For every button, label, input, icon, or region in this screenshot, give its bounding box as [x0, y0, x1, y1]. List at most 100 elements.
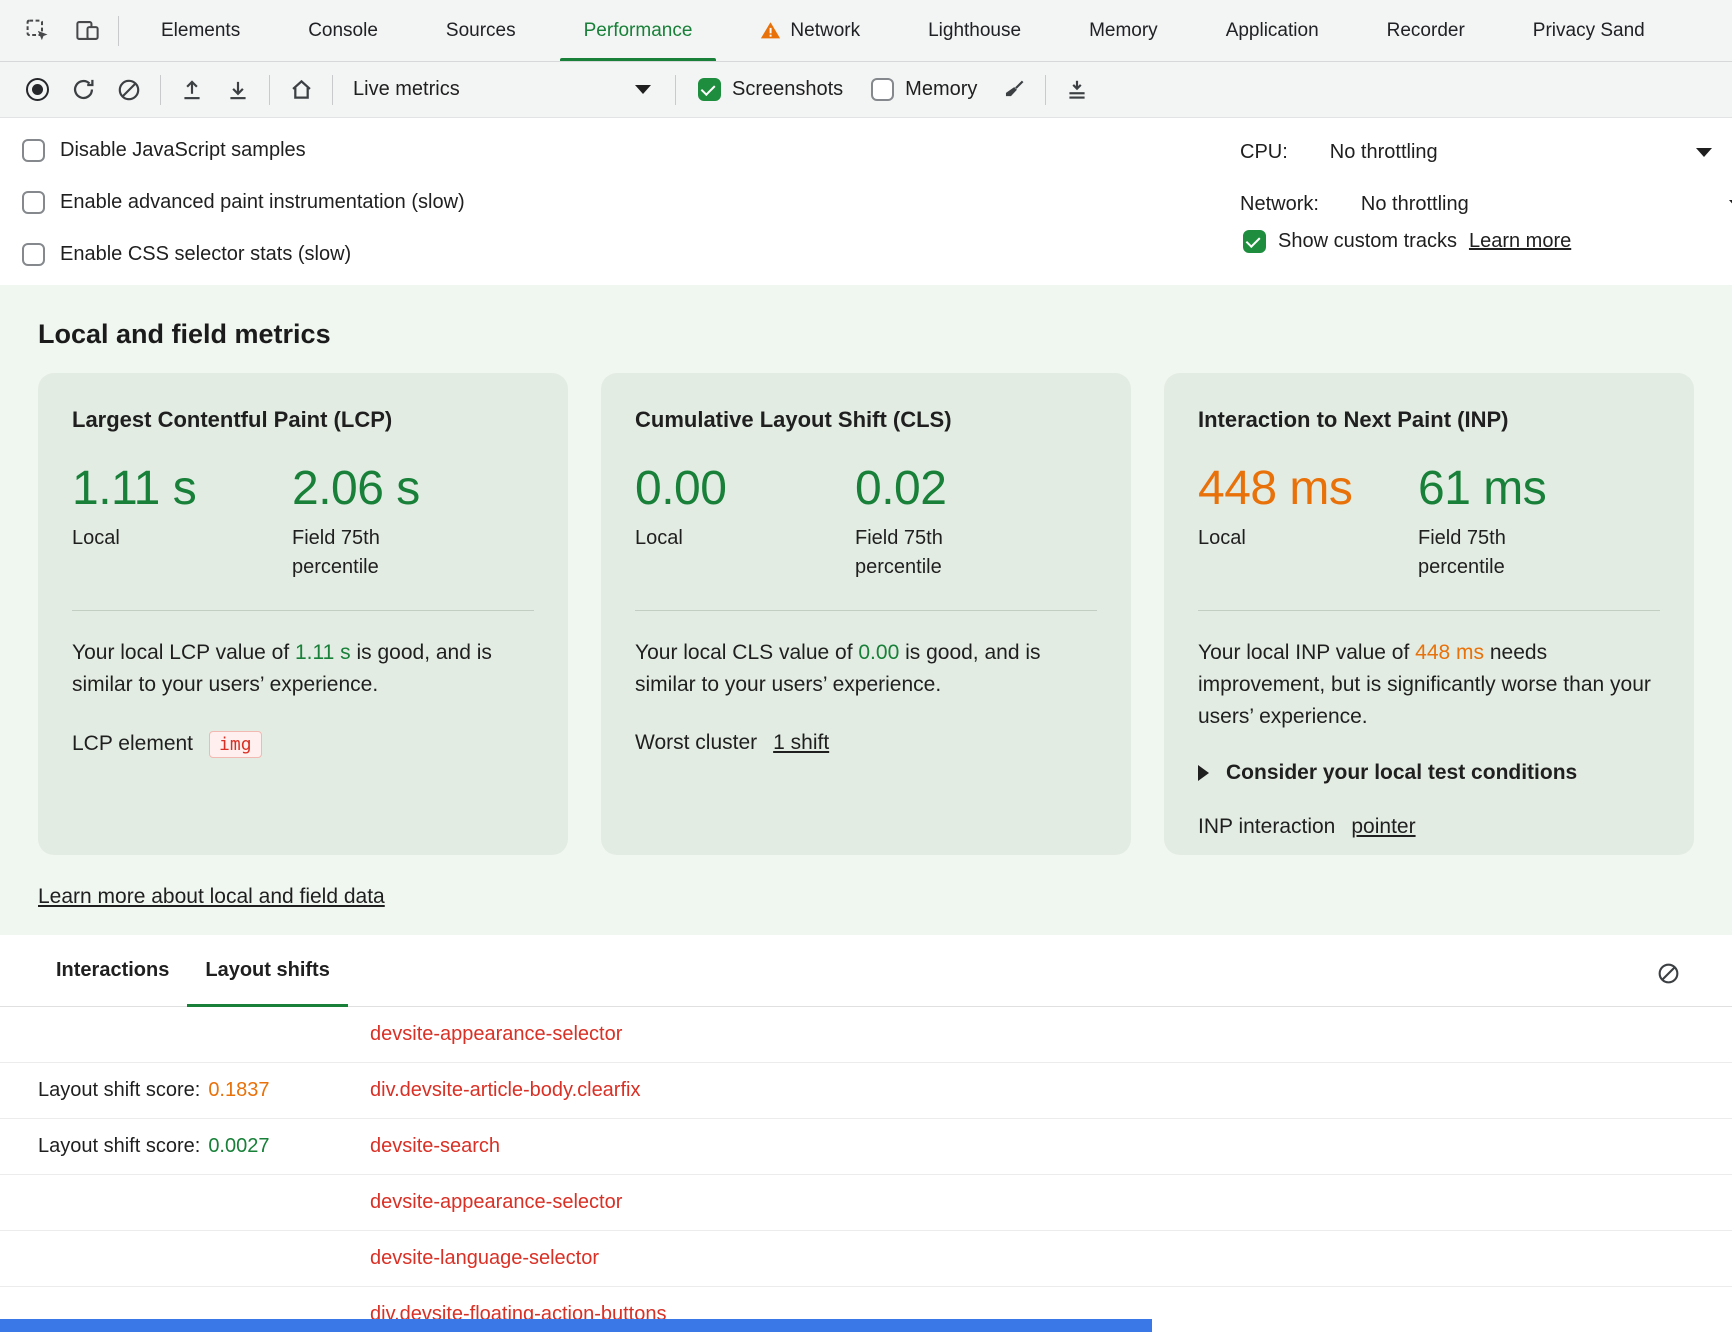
- tab-label: Privacy Sand: [1533, 20, 1645, 42]
- download-icon: [225, 77, 251, 103]
- advanced-paint-checkbox[interactable]: [22, 191, 45, 214]
- inp-interaction-link[interactable]: pointer: [1351, 815, 1415, 839]
- cls-field-value: 0.02: [855, 463, 993, 515]
- local-test-conditions-expander[interactable]: Consider your local test conditions: [1198, 761, 1660, 785]
- inp-local-column: 448 ms Local: [1198, 463, 1418, 582]
- layout-shift-score: Layout shift score: 0.1837: [38, 1079, 370, 1102]
- tab-sources[interactable]: Sources: [412, 0, 550, 61]
- tab-elements[interactable]: Elements: [127, 0, 274, 61]
- lcp-desc-value: 1.11 s: [295, 641, 351, 664]
- collect-garbage-button[interactable]: [1054, 68, 1100, 112]
- tab-privacy-sandbox[interactable]: Privacy Sand: [1499, 0, 1679, 61]
- tab-interactions[interactable]: Interactions: [38, 935, 187, 1007]
- layout-shift-row[interactable]: devsite-appearance-selector: [0, 1175, 1732, 1231]
- block-icon: [116, 77, 142, 103]
- tab-lighthouse[interactable]: Lighthouse: [894, 0, 1055, 61]
- separator: [269, 75, 270, 105]
- live-metrics-log: Interactions Layout shifts devsite-appea…: [0, 935, 1732, 1332]
- tab-label: Lighthouse: [928, 20, 1021, 42]
- tab-label: Memory: [1089, 20, 1158, 42]
- disable-js-samples-checkbox[interactable]: [22, 139, 45, 162]
- save-profile-button[interactable]: [215, 68, 261, 112]
- cls-card-title: Cumulative Layout Shift (CLS): [635, 407, 1097, 433]
- clear-log-button[interactable]: [1650, 955, 1686, 991]
- inp-local-value: 448 ms: [1198, 463, 1418, 515]
- element-link[interactable]: devsite-appearance-selector: [370, 1023, 622, 1046]
- element-link[interactable]: devsite-search: [370, 1135, 500, 1158]
- tab-memory[interactable]: Memory: [1055, 0, 1192, 61]
- inp-local-label: Local: [1198, 524, 1418, 553]
- lcp-element-node-link[interactable]: img: [209, 731, 262, 758]
- cls-description: Your local CLS value of 0.00 is good, an…: [635, 637, 1097, 701]
- lcp-field-column: 2.06 s Field 75th percentile: [292, 463, 430, 582]
- screenshots-label: Screenshots: [732, 78, 843, 101]
- clear-button[interactable]: [106, 68, 152, 112]
- tab-layout-shifts[interactable]: Layout shifts: [187, 935, 347, 1007]
- element-link[interactable]: devsite-appearance-selector: [370, 1191, 622, 1214]
- separator: [1045, 75, 1046, 105]
- score-value: 0.1837: [208, 1079, 269, 1102]
- log-tab-bar: Interactions Layout shifts: [0, 935, 1732, 1007]
- inp-field-column: 61 ms Field 75th percentile: [1418, 463, 1556, 582]
- live-metrics-home-button[interactable]: [278, 68, 324, 112]
- tab-label: Performance: [584, 20, 693, 42]
- show-custom-tracks-row[interactable]: Show custom tracks Learn more: [1243, 230, 1571, 253]
- home-icon: [288, 76, 315, 103]
- score-label: Layout shift score:: [38, 1135, 200, 1158]
- cls-local-value: 0.00: [635, 463, 855, 515]
- tab-network[interactable]: Network: [726, 0, 894, 61]
- capture-settings-panel: Disable JavaScript samples Enable advanc…: [0, 118, 1732, 285]
- tab-console[interactable]: Console: [274, 0, 412, 61]
- memory-checkbox[interactable]: [871, 78, 894, 101]
- load-profile-button[interactable]: [169, 68, 215, 112]
- element-link[interactable]: div.devsite-article-body.clearfix: [370, 1079, 640, 1102]
- screenshots-checkbox[interactable]: [698, 78, 721, 101]
- tab-application[interactable]: Application: [1192, 0, 1353, 61]
- block-icon: [1656, 961, 1681, 986]
- show-custom-tracks-label: Show custom tracks: [1278, 230, 1457, 253]
- lcp-desc-text: Your local LCP value of: [72, 641, 295, 664]
- tab-performance[interactable]: Performance: [550, 0, 727, 61]
- network-throttling-select[interactable]: No throttling: [1361, 193, 1469, 216]
- element-link[interactable]: devsite-language-selector: [370, 1247, 599, 1270]
- lcp-card: Largest Contentful Paint (LCP) 1.11 s Lo…: [38, 373, 568, 855]
- network-throttling-row: Network: No throttling: [1240, 182, 1732, 226]
- screenshots-toggle[interactable]: Screenshots: [698, 78, 843, 101]
- css-selector-stats-checkbox[interactable]: [22, 243, 45, 266]
- lcp-description: Your local LCP value of 1.11 s is good, …: [72, 637, 534, 701]
- gc-brush-button[interactable]: [991, 68, 1037, 112]
- tab-recorder[interactable]: Recorder: [1353, 0, 1499, 61]
- layout-shift-score: Layout shift score:0.0027: [38, 1135, 370, 1158]
- record-and-reload-button[interactable]: [60, 68, 106, 112]
- memory-toggle[interactable]: Memory: [871, 78, 977, 101]
- chevron-down-icon[interactable]: [1696, 148, 1712, 157]
- inp-interaction-row: INP interaction pointer: [1198, 815, 1660, 839]
- score-label: Layout shift score:: [38, 1079, 200, 1102]
- layout-shift-row[interactable]: devsite-language-selector: [0, 1231, 1732, 1287]
- live-metrics-dropdown[interactable]: Live metrics: [341, 68, 667, 112]
- inp-field-label: Field 75th percentile: [1418, 524, 1556, 582]
- cpu-throttling-select[interactable]: No throttling: [1330, 141, 1438, 164]
- learn-more-link[interactable]: Learn more: [1469, 230, 1571, 253]
- learn-more-local-field-link[interactable]: Learn more about local and field data: [38, 885, 385, 909]
- divider: [635, 610, 1097, 611]
- cls-worst-cluster-row: Worst cluster 1 shift: [635, 731, 1097, 755]
- memory-label: Memory: [905, 78, 977, 101]
- tab-label: Recorder: [1387, 20, 1465, 42]
- layout-shift-row[interactable]: Layout shift score:0.0027 devsite-search: [0, 1119, 1732, 1175]
- layout-shift-row[interactable]: Layout shift score: 0.1837 div.devsite-ar…: [0, 1063, 1732, 1119]
- layout-shift-row[interactable]: devsite-appearance-selector: [0, 1007, 1732, 1063]
- tab-label: Elements: [161, 20, 240, 42]
- tab-label: Application: [1226, 20, 1319, 42]
- inspect-icon: [24, 17, 51, 44]
- show-custom-tracks-checkbox[interactable]: [1243, 230, 1266, 253]
- cls-field-column: 0.02 Field 75th percentile: [855, 463, 993, 582]
- separator: [118, 16, 119, 46]
- device-toolbar-button[interactable]: [64, 9, 110, 53]
- record-button[interactable]: [14, 68, 60, 112]
- inspect-element-button[interactable]: [14, 9, 60, 53]
- cls-worst-cluster-link[interactable]: 1 shift: [773, 731, 829, 755]
- live-metrics-label: Live metrics: [353, 78, 460, 101]
- devtools-tab-bar: Elements Console Sources Performance Net…: [0, 0, 1732, 62]
- cls-field-label: Field 75th percentile: [855, 524, 993, 582]
